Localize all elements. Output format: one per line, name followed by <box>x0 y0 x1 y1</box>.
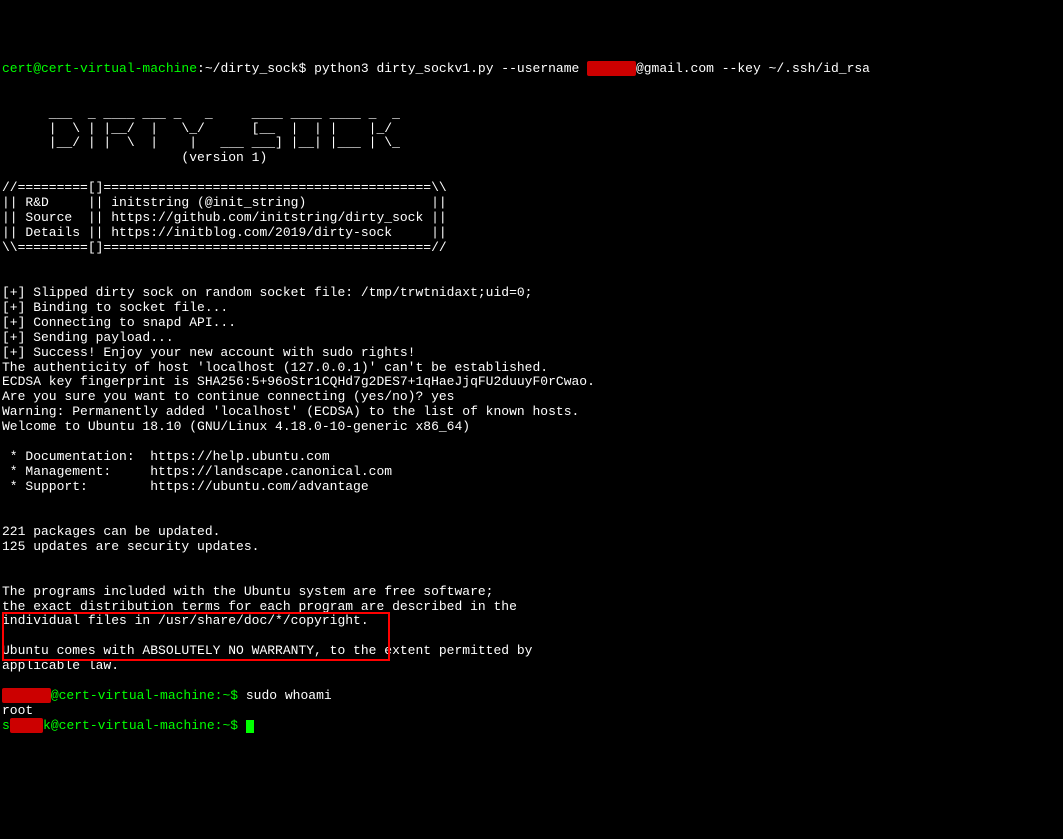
info-box-line: //=========[]===========================… <box>2 180 447 195</box>
output-line: Are you sure you want to continue connec… <box>2 389 454 404</box>
whoami-cmd: sudo whoami <box>246 688 332 703</box>
terminal-output: cert@cert-virtual-machine:~/dirty_sock$ … <box>2 62 1061 734</box>
whoami-result: root <box>2 703 33 718</box>
output-line: 125 updates are security updates. <box>2 539 259 554</box>
output-line: the exact distribution terms for each pr… <box>2 599 517 614</box>
ascii-art-line: |__/ | | \ | | ___ ___] |__| |___ | \_ <box>2 135 408 150</box>
output-line: [+] Sending payload... <box>2 330 174 345</box>
prompt-user-host: cert@cert-virtual-machine <box>2 61 197 76</box>
output-line: * Support: https://ubuntu.com/advantage <box>2 479 369 494</box>
output-line: The programs included with the Ubuntu sy… <box>2 584 493 599</box>
redacted-user2: xxxxxx <box>2 688 51 703</box>
output-line: [+] Success! Enjoy your new account with… <box>2 345 415 360</box>
output-line: individual files in /usr/share/doc/*/cop… <box>2 613 369 628</box>
output-line: applicable law. <box>2 658 119 673</box>
output-line: * Documentation: https://help.ubuntu.com <box>2 449 330 464</box>
output-line: [+] Connecting to snapd API... <box>2 315 236 330</box>
cmd-suffix: @gmail.com --key ~/.ssh/id_rsa <box>636 61 870 76</box>
info-box-line: || Source || https://github.com/initstri… <box>2 210 447 225</box>
output-line: Ubuntu comes with ABSOLUTELY NO WARRANTY… <box>2 643 533 658</box>
ascii-art-line: | \ | |__/ | \_/ [__ | | | |_/ <box>2 121 408 136</box>
output-line: The authenticity of host 'localhost (127… <box>2 360 548 375</box>
ascii-art-line: ___ _ ____ ___ _ _ ____ ____ ____ _ _ <box>2 106 408 121</box>
info-box-line: || Details || https://initblog.com/2019/… <box>2 225 447 240</box>
cursor-icon[interactable] <box>246 720 254 733</box>
output-line: Welcome to Ubuntu 18.10 (GNU/Linux 4.18.… <box>2 419 470 434</box>
prompt3-post: k <box>43 718 51 733</box>
prompt-path: :~/dirty_sock$ <box>197 61 314 76</box>
ascii-version: (version 1) <box>2 150 267 165</box>
output-line: 221 packages can be updated. <box>2 524 220 539</box>
redacted-username: xxxxxx <box>587 61 636 76</box>
info-box-line: || R&D || initstring (@init_string) || <box>2 195 447 210</box>
prompt2-host: @cert-virtual-machine:~$ <box>51 688 246 703</box>
prompt3-pre: s <box>2 718 10 733</box>
prompt3-host: @cert-virtual-machine:~$ <box>51 718 246 733</box>
output-line: [+] Slipped dirty sock on random socket … <box>2 285 533 300</box>
info-box-line: \\=========[]===========================… <box>2 240 447 255</box>
cmd-prefix: python3 dirty_sockv1.py --username <box>314 61 587 76</box>
output-line: * Management: https://landscape.canonica… <box>2 464 392 479</box>
output-line: [+] Binding to socket file... <box>2 300 228 315</box>
redacted-user3: xxxx <box>10 718 43 733</box>
output-line: ECDSA key fingerprint is SHA256:5+96oStr… <box>2 374 595 389</box>
output-line: Warning: Permanently added 'localhost' (… <box>2 404 579 419</box>
